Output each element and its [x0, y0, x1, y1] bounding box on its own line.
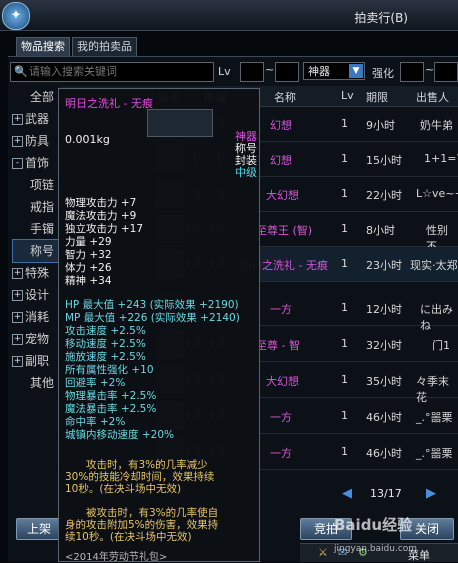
- expand-icon[interactable]: +: [12, 334, 23, 345]
- enhance-tilde: ~: [425, 63, 435, 76]
- pagination: ◀ 13/17 ▶: [342, 486, 440, 502]
- expand-icon[interactable]: +: [12, 114, 23, 125]
- level-tilde: ~: [265, 63, 275, 76]
- rarity-select[interactable]: 神器 ▼: [303, 62, 365, 80]
- item-name: 一方: [270, 303, 292, 316]
- level-max-input[interactable]: [275, 62, 299, 82]
- enhance-max-input[interactable]: [434, 62, 458, 82]
- watermark-url: jingyan.baidu.com: [334, 544, 418, 554]
- prev-page-icon[interactable]: ◀: [342, 486, 352, 501]
- item-name: 大幻想: [266, 189, 299, 202]
- search-box[interactable]: 🔍: [10, 62, 214, 82]
- tooltip-attack: 物理攻击力 +7 魔法攻击力 +9 独立攻击力 +17: [65, 197, 143, 235]
- category-armor[interactable]: + 防具: [12, 130, 58, 152]
- page-indicator: 13/17: [370, 487, 402, 500]
- watermark-logo: Baidu经验: [334, 516, 413, 534]
- col-name[interactable]: 名称: [274, 89, 296, 105]
- category-accessory[interactable]: - 首饰: [12, 152, 58, 174]
- tab-item-search[interactable]: 物品搜索: [16, 37, 70, 56]
- chevron-down-icon[interactable]: ▼: [349, 64, 363, 78]
- item-name: 一方: [270, 447, 292, 460]
- search-input[interactable]: [29, 64, 209, 79]
- tooltip-effect-2: 被攻击时，有3%的几率使自身的攻击附加5%的伤害，效果持续10秒。(在决斗场中无…: [65, 507, 219, 543]
- col-seller[interactable]: 出售人: [416, 89, 449, 105]
- item-tooltip: 明日之洗礼 - 无痕 0.001kg 神器 称号 封装 中级 物理攻击力 +7 …: [58, 88, 260, 563]
- tooltip-type: 神器 称号 封装 中级: [235, 130, 257, 179]
- item-name: 大幻想: [266, 375, 299, 388]
- category-pet[interactable]: + 宠物: [12, 328, 58, 350]
- expand-icon[interactable]: +: [12, 136, 23, 147]
- expand-icon[interactable]: +: [12, 290, 23, 301]
- next-page-icon[interactable]: ▶: [426, 486, 436, 501]
- rarity-select-value: 神器: [308, 65, 330, 78]
- category-weapon[interactable]: + 武器: [12, 108, 58, 130]
- item-name: 至尊王 (智): [256, 224, 313, 237]
- category-consumable[interactable]: + 消耗: [12, 306, 58, 328]
- tooltip-effect-1: 攻击时，有3%的几率减少30%的技能冷却时间，效果持续10秒。(在决斗场中无效): [65, 459, 215, 495]
- tooltip-stats: 力量 +29 智力 +32 体力 +26 精神 +34: [65, 236, 112, 287]
- col-level[interactable]: Lv: [341, 89, 354, 102]
- search-icon: 🔍: [14, 65, 28, 78]
- tooltip-weight: 0.001kg: [65, 133, 110, 146]
- tooltip-title: 明日之洗礼 - 无痕: [65, 97, 153, 110]
- item-name: 至尊 - 智: [256, 339, 300, 352]
- level-label: Lv: [218, 65, 231, 78]
- expand-icon[interactable]: +: [12, 312, 23, 323]
- category-subjob[interactable]: + 副职: [12, 350, 58, 372]
- category-design[interactable]: + 设计: [12, 284, 58, 306]
- level-min-input[interactable]: [240, 62, 264, 82]
- enhance-label: 强化: [372, 67, 394, 80]
- expand-icon[interactable]: +: [12, 356, 23, 367]
- title-bar: ✦ 拍卖行(B): [0, 0, 458, 31]
- tooltip-item-icon: [147, 109, 213, 137]
- enhance-min-input[interactable]: [400, 62, 424, 82]
- item-name: 一方: [270, 411, 292, 424]
- list-item-button[interactable]: 上架: [16, 518, 62, 540]
- tooltip-stats2: HP 最大值 +243 (实际效果 +2190) MP 最大值 +226 (实际…: [65, 299, 240, 441]
- app-icon: ✦: [2, 2, 30, 30]
- expand-icon[interactable]: +: [12, 268, 23, 279]
- col-period[interactable]: 期限: [366, 89, 388, 105]
- item-name: 幻想: [270, 154, 292, 167]
- item-name: 幻想: [270, 119, 292, 132]
- category-special[interactable]: + 特殊: [12, 262, 58, 284]
- collapse-icon[interactable]: -: [12, 158, 23, 169]
- skill-icon[interactable]: ⚔: [318, 546, 328, 559]
- window-title: 拍卖行(B): [354, 11, 408, 25]
- tab-my-auctions[interactable]: 我的拍卖品: [72, 37, 137, 56]
